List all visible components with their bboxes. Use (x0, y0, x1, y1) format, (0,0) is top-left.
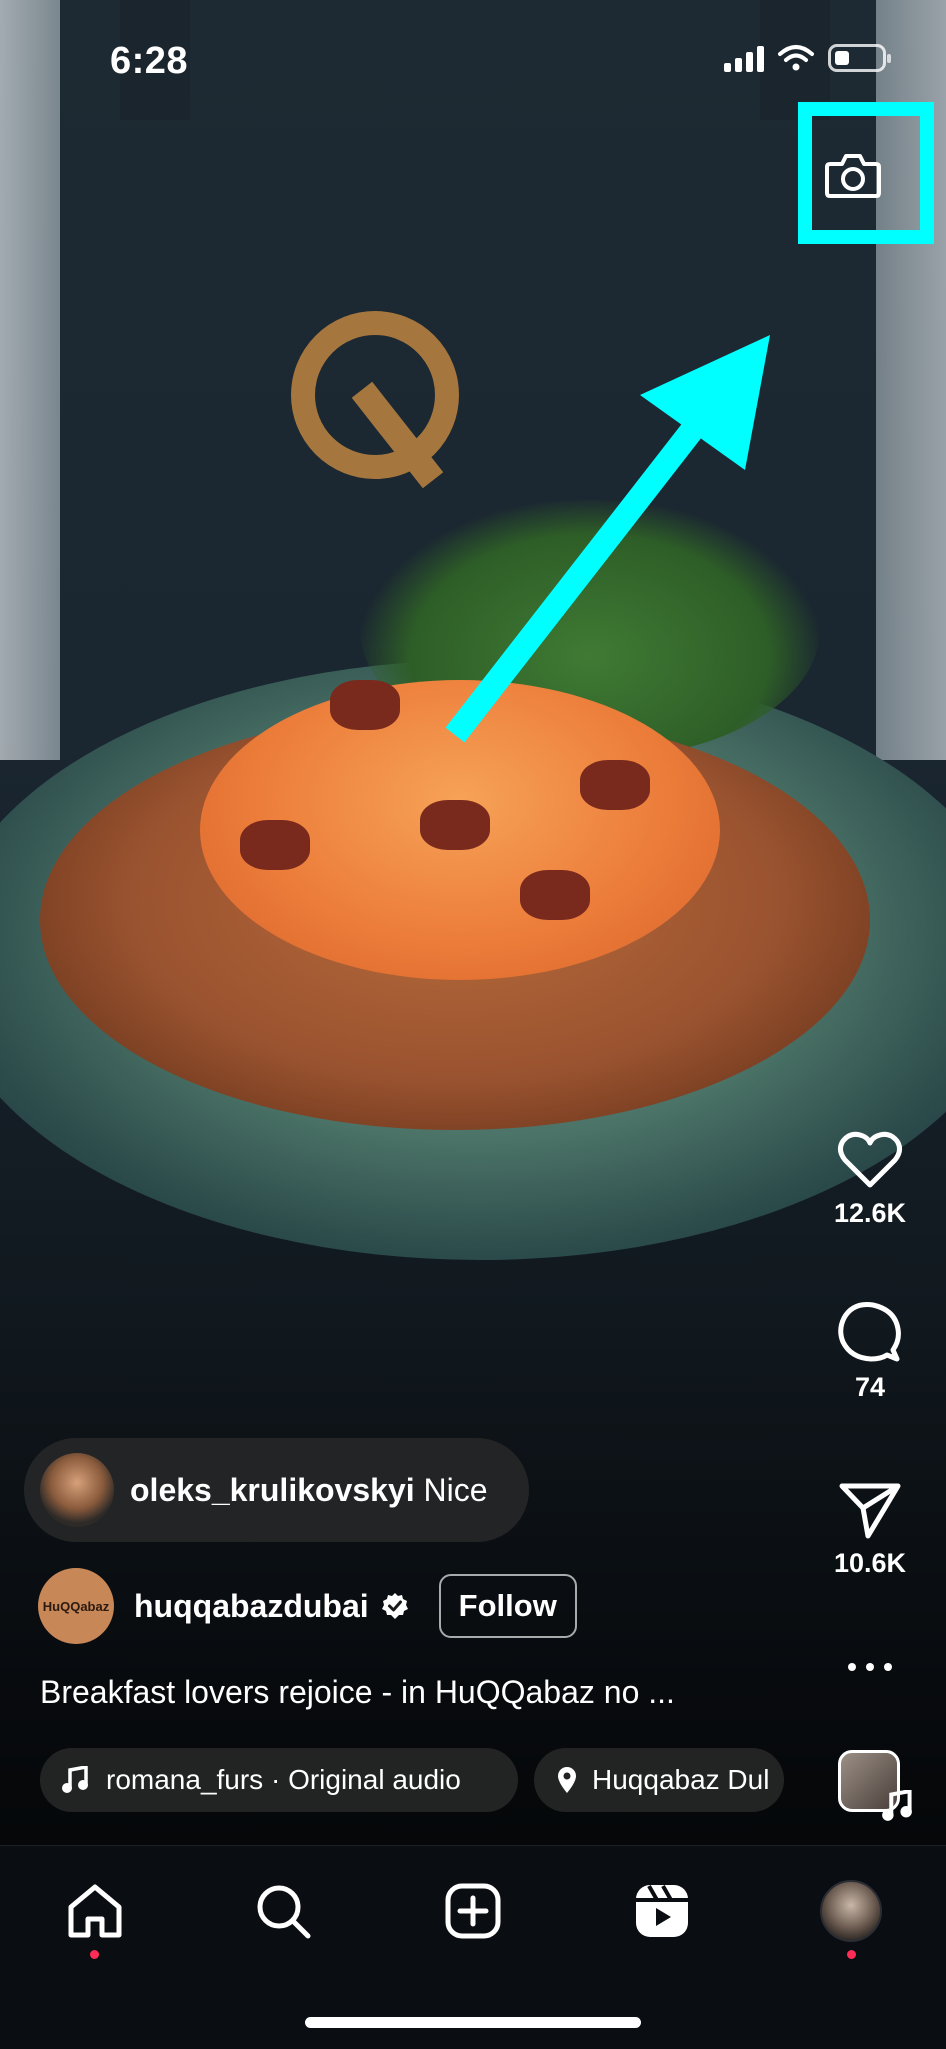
cellular-signal-icon (724, 44, 764, 72)
music-note-icon (62, 1766, 88, 1793)
like-count: 12.6K (833, 1198, 907, 1228)
battery-icon (828, 44, 891, 72)
tab-bar (0, 1845, 946, 2049)
follow-button[interactable]: Follow (438, 1574, 577, 1638)
sausage-slice (420, 800, 490, 850)
comment-icon[interactable] (837, 1300, 903, 1364)
more-options-button[interactable] (820, 1660, 920, 1674)
audio-music-note-icon (882, 1790, 912, 1821)
apron-logo (291, 311, 459, 489)
status-icons (724, 44, 891, 72)
home-notification-dot (90, 1950, 99, 1959)
tab-profile[interactable] (816, 1876, 886, 1946)
comment-preview-text: oleks_krulikovskyi Nice (130, 1472, 488, 1509)
location-chip[interactable]: Huqqabaz Dul (534, 1748, 784, 1812)
tab-create[interactable] (438, 1876, 508, 1946)
home-icon (68, 1884, 122, 1938)
commenter-username: oleks_krulikovskyi (130, 1471, 415, 1508)
audio-label: romana_furs · Original audio (106, 1764, 461, 1795)
heart-icon[interactable] (837, 1130, 903, 1190)
tab-search[interactable] (248, 1876, 318, 1946)
more-icon[interactable] (845, 1660, 895, 1674)
profile-avatar (820, 1880, 882, 1942)
comment-body: Nice (423, 1471, 488, 1508)
audio-chip[interactable]: romana_furs · Original audio (40, 1748, 518, 1812)
tab-reels[interactable] (627, 1876, 697, 1946)
comment-count: 74 (854, 1372, 886, 1402)
create-icon (445, 1883, 501, 1939)
search-icon (257, 1885, 311, 1939)
like-action[interactable]: 12.6K (820, 1130, 920, 1229)
location-pin-icon (558, 1767, 576, 1793)
profile-notification-dot (847, 1950, 856, 1959)
comment-action[interactable]: 74 (820, 1300, 920, 1403)
send-icon[interactable] (838, 1480, 902, 1540)
sausage-slice (240, 820, 310, 870)
reels-icon (636, 1885, 688, 1937)
background-shirt-left (0, 0, 60, 760)
commenter-avatar[interactable] (40, 1453, 114, 1527)
wifi-icon (778, 45, 814, 71)
comment-preview[interactable]: oleks_krulikovskyi Nice (24, 1438, 529, 1542)
author-avatar-logo: HuQQabaz (42, 1598, 110, 1614)
author-row: HuQQabaz huqqabazdubai Follow (38, 1568, 577, 1644)
author-username[interactable]: huqqabazdubai (134, 1588, 369, 1625)
sausage-slice (520, 870, 590, 920)
share-count: 10.6K (833, 1548, 907, 1578)
author-avatar[interactable]: HuQQabaz (38, 1568, 114, 1644)
highlight-box (798, 102, 934, 244)
status-time: 6:28 (110, 40, 189, 82)
home-indicator (305, 2017, 641, 2028)
sausage-slice (580, 760, 650, 810)
sausage-slice (330, 680, 400, 730)
share-action[interactable]: 10.6K (820, 1480, 920, 1579)
location-label: Huqqabaz Dul (592, 1764, 770, 1795)
caption[interactable]: Breakfast lovers rejoice - in HuQQabaz n… (40, 1674, 675, 1711)
tab-home[interactable] (60, 1876, 130, 1946)
verified-badge-icon (381, 1593, 408, 1619)
